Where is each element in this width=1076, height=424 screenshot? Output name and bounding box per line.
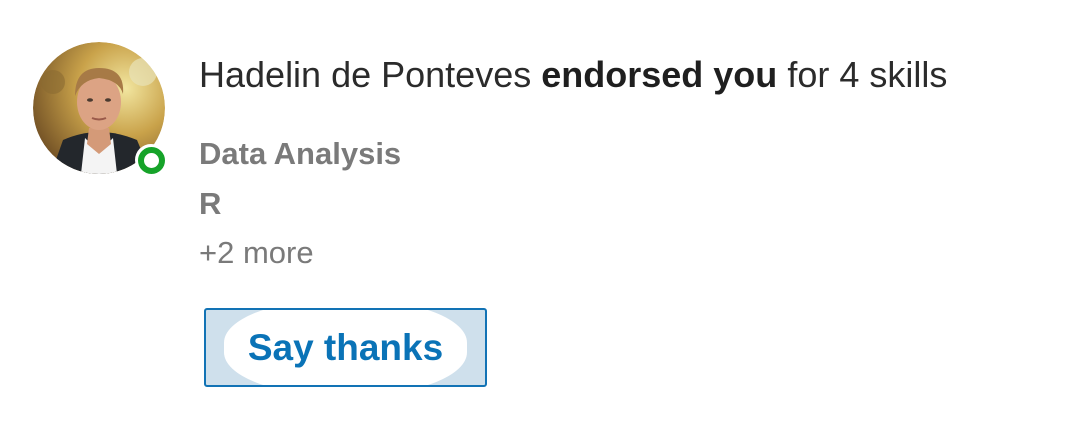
actor-name[interactable]: Hadelin de Ponteves [199,54,531,95]
skill-item: R [199,186,222,221]
say-thanks-label: Say thanks [247,327,444,368]
notification-headline[interactable]: Hadelin de Ponteves endorsed you for 4 s… [199,50,947,100]
endorsement-notification-card[interactable]: Hadelin de Ponteves endorsed you for 4 s… [0,0,1076,424]
action-text: endorsed you [541,54,778,95]
headline-suffix: for 4 skills [787,54,948,95]
online-status-icon [135,144,167,176]
more-skills-link[interactable]: +2 more [199,233,314,273]
skill-item: Data Analysis [199,136,402,171]
online-dot [137,146,165,174]
avatar[interactable] [33,42,169,178]
say-thanks-button[interactable]: Say thanks [204,308,487,387]
